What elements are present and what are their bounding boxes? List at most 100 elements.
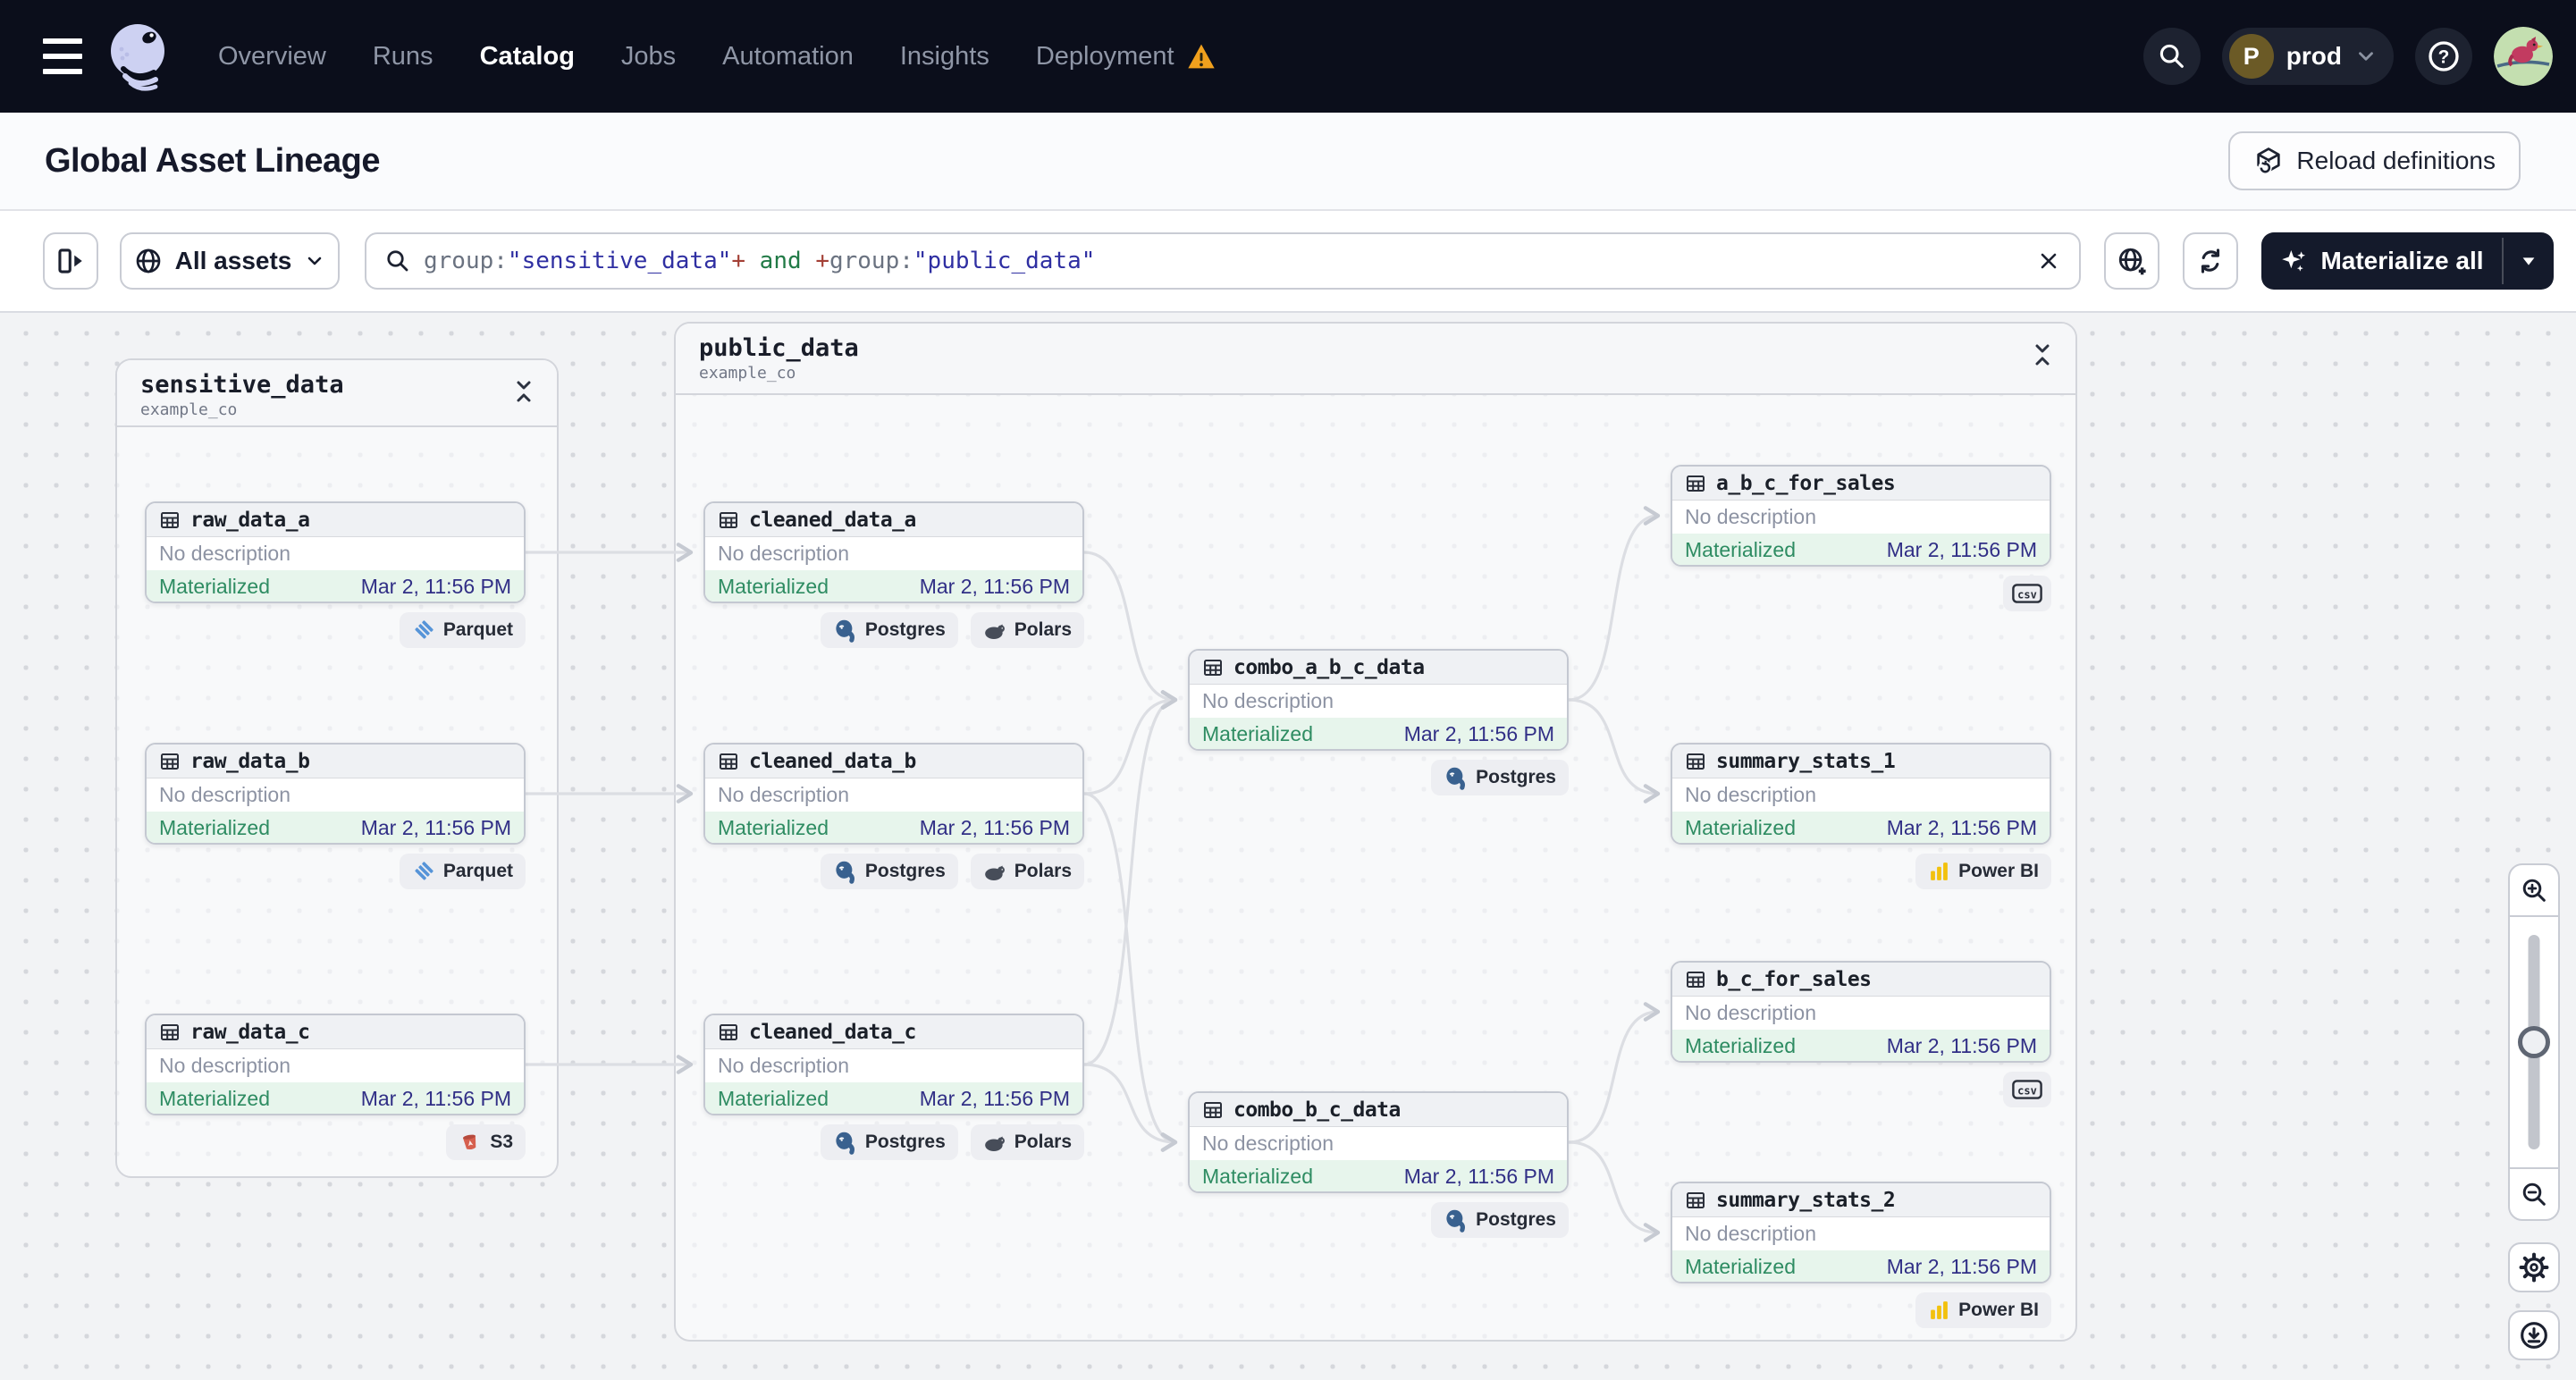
asset-node-raw-data-b[interactable]: raw_data_b No description Materialized Ma… bbox=[145, 743, 526, 845]
status-label: Materialized bbox=[1685, 816, 1796, 839]
materialize-options-button[interactable] bbox=[2504, 232, 2554, 290]
kind-badge-polars[interactable]: Polars bbox=[970, 854, 1084, 889]
graph-settings-button[interactable] bbox=[2508, 1242, 2560, 1292]
help-button[interactable]: ? bbox=[2415, 28, 2472, 85]
asset-node-a-b-c-for-sales[interactable]: a_b_c_for_sales No description Materiali… bbox=[1671, 465, 2051, 567]
lineage-edge bbox=[1083, 1063, 1178, 1152]
lineage-edge bbox=[1568, 698, 1661, 804]
kind-badge-postgres[interactable]: Postgres bbox=[820, 1124, 958, 1160]
materialization-timestamp[interactable]: Mar 2, 11:56 PM bbox=[1887, 1034, 2037, 1058]
zoom-slider-thumb[interactable] bbox=[2518, 1026, 2550, 1058]
asset-status-row: Materialized Mar 2, 11:56 PM bbox=[1672, 1250, 2050, 1282]
asset-status-row: Materialized Mar 2, 11:56 PM bbox=[1672, 534, 2050, 565]
materialization-timestamp[interactable]: Mar 2, 11:56 PM bbox=[920, 575, 1070, 599]
table-icon bbox=[161, 511, 179, 528]
materialization-timestamp[interactable]: Mar 2, 11:56 PM bbox=[361, 1087, 511, 1111]
search-icon bbox=[387, 250, 408, 272]
status-label: Materialized bbox=[1685, 538, 1796, 561]
materialization-timestamp[interactable]: Mar 2, 11:56 PM bbox=[1887, 538, 2037, 562]
asset-status-row: Materialized Mar 2, 11:56 PM bbox=[147, 1082, 524, 1114]
asset-node-cleaned-data-a[interactable]: cleaned_data_a No description Materializ… bbox=[703, 501, 1084, 603]
global-search-button[interactable] bbox=[2142, 28, 2201, 85]
asset-name: summary_stats_2 bbox=[1716, 1188, 1896, 1212]
reload-definitions-button[interactable]: Reload definitions bbox=[2228, 131, 2521, 190]
nav-item-jobs[interactable]: Jobs bbox=[621, 42, 676, 72]
kind-badge-csv[interactable]: csv bbox=[2003, 576, 2051, 611]
asset-node-combo-a-b-c-data[interactable]: combo_a_b_c_data No description Material… bbox=[1188, 649, 1569, 751]
materialization-timestamp[interactable]: Mar 2, 11:56 PM bbox=[361, 575, 511, 599]
status-label: Materialized bbox=[159, 1087, 270, 1110]
lineage-canvas[interactable]: sensitive_data example_co public_data ex… bbox=[0, 313, 2576, 1380]
materialization-timestamp[interactable]: Mar 2, 11:56 PM bbox=[920, 1087, 1070, 1111]
asset-node-b-c-for-sales[interactable]: b_c_for_sales No description Materialize… bbox=[1671, 961, 2051, 1063]
kind-badge-parquet[interactable]: Parquet bbox=[399, 612, 526, 648]
materialization-timestamp[interactable]: Mar 2, 11:56 PM bbox=[920, 816, 1070, 840]
kind-badge-postgres[interactable]: Postgres bbox=[1431, 760, 1569, 795]
zoom-out-icon bbox=[2522, 1182, 2546, 1206]
asset-filter-dropdown[interactable]: All assets bbox=[120, 232, 340, 290]
powerbi-icon bbox=[1931, 1300, 1949, 1319]
asset-name: cleaned_data_c bbox=[749, 1020, 916, 1044]
globe-icon bbox=[136, 248, 160, 273]
materialization-timestamp[interactable]: Mar 2, 11:56 PM bbox=[1887, 1255, 2037, 1279]
kind-badge-polars[interactable]: Polars bbox=[970, 612, 1084, 648]
asset-node-summary-stats-1[interactable]: summary_stats_1 No description Materiali… bbox=[1671, 743, 2051, 845]
nav-item-insights[interactable]: Insights bbox=[900, 42, 989, 72]
csv-icon: csv bbox=[2012, 584, 2042, 603]
materialization-timestamp[interactable]: Mar 2, 11:56 PM bbox=[361, 816, 511, 840]
kind-badge-postgres[interactable]: Postgres bbox=[820, 854, 958, 889]
kind-badge-powerbi[interactable]: Power BI bbox=[1915, 1292, 2051, 1328]
asset-status-row: Materialized Mar 2, 11:56 PM bbox=[1672, 1030, 2050, 1061]
nav-item-overview[interactable]: Overview bbox=[218, 42, 326, 72]
asset-node-summary-stats-2[interactable]: summary_stats_2 No description Materiali… bbox=[1671, 1182, 2051, 1283]
materialization-timestamp[interactable]: Mar 2, 11:56 PM bbox=[1404, 1165, 1554, 1189]
asset-name: b_c_for_sales bbox=[1716, 967, 1872, 991]
asset-node-cleaned-data-c[interactable]: cleaned_data_c No description Materializ… bbox=[703, 1014, 1084, 1115]
materialization-timestamp[interactable]: Mar 2, 11:56 PM bbox=[1887, 816, 2037, 840]
asset-filter-label: All assets bbox=[174, 247, 292, 274]
nav-item-automation[interactable]: Automation bbox=[722, 42, 854, 72]
kind-badge-polars[interactable]: Polars bbox=[970, 1124, 1084, 1160]
lineage-edge bbox=[1568, 1140, 1661, 1242]
badge-row: Postgres bbox=[1188, 1202, 1569, 1238]
table-icon bbox=[1204, 659, 1222, 676]
kind-badge-powerbi[interactable]: Power BI bbox=[1915, 854, 2051, 889]
materialization-timestamp[interactable]: Mar 2, 11:56 PM bbox=[1404, 722, 1554, 746]
kind-badge-postgres[interactable]: Postgres bbox=[1431, 1202, 1569, 1238]
materialize-all-button[interactable]: Materialize all bbox=[2261, 232, 2554, 290]
asset-node-cleaned-data-b[interactable]: cleaned_data_b No description Materializ… bbox=[703, 743, 1084, 845]
materialize-all-main[interactable]: Materialize all bbox=[2261, 232, 2502, 290]
zoom-slider[interactable] bbox=[2510, 915, 2558, 1169]
refresh-button[interactable] bbox=[2183, 232, 2238, 290]
asset-search-input[interactable]: group:"sensitive_data"+ and +group:"publ… bbox=[365, 232, 2081, 290]
asset-node-combo-b-c-data[interactable]: combo_b_c_data No description Materializ… bbox=[1188, 1091, 1569, 1193]
nav-item-runs[interactable]: Runs bbox=[373, 42, 434, 72]
download-image-button[interactable] bbox=[2508, 1310, 2560, 1360]
asset-node-raw-data-c[interactable]: raw_data_c No description Materialized Ma… bbox=[145, 1014, 526, 1115]
status-label: Materialized bbox=[1685, 1255, 1796, 1278]
open-left-panel-button[interactable] bbox=[43, 232, 98, 290]
kind-badge-csv[interactable]: csv bbox=[2003, 1072, 2051, 1107]
menu-icon[interactable] bbox=[43, 38, 82, 74]
table-icon bbox=[720, 753, 737, 770]
asset-status-row: Materialized Mar 2, 11:56 PM bbox=[1672, 812, 2050, 843]
kind-badge-s3[interactable]: S3 bbox=[446, 1124, 526, 1160]
user-avatar[interactable] bbox=[2494, 27, 2553, 86]
dagster-logo[interactable] bbox=[105, 19, 173, 94]
badge-row: Postgres Polars bbox=[703, 1124, 1084, 1160]
kind-badge-postgres[interactable]: Postgres bbox=[820, 612, 958, 648]
view-options-button[interactable] bbox=[2104, 232, 2159, 290]
table-icon bbox=[720, 511, 737, 528]
zoom-out-button[interactable] bbox=[2510, 1169, 2558, 1219]
clear-search-button[interactable] bbox=[2036, 248, 2061, 273]
status-label: Materialized bbox=[159, 816, 270, 839]
badge-row: csv bbox=[1671, 576, 2051, 611]
kind-badge-parquet[interactable]: Parquet bbox=[399, 854, 526, 889]
zoom-in-button[interactable] bbox=[2510, 865, 2558, 915]
reload-cube-icon bbox=[2257, 147, 2281, 175]
asset-node-raw-data-a[interactable]: raw_data_a No description Materialized Ma… bbox=[145, 501, 526, 603]
deployment-switcher[interactable]: P prod bbox=[2221, 28, 2394, 85]
deployment-avatar: P bbox=[2228, 34, 2274, 79]
nav-item-deployment[interactable]: Deployment bbox=[1036, 42, 1216, 72]
nav-item-catalog[interactable]: Catalog bbox=[480, 42, 575, 72]
